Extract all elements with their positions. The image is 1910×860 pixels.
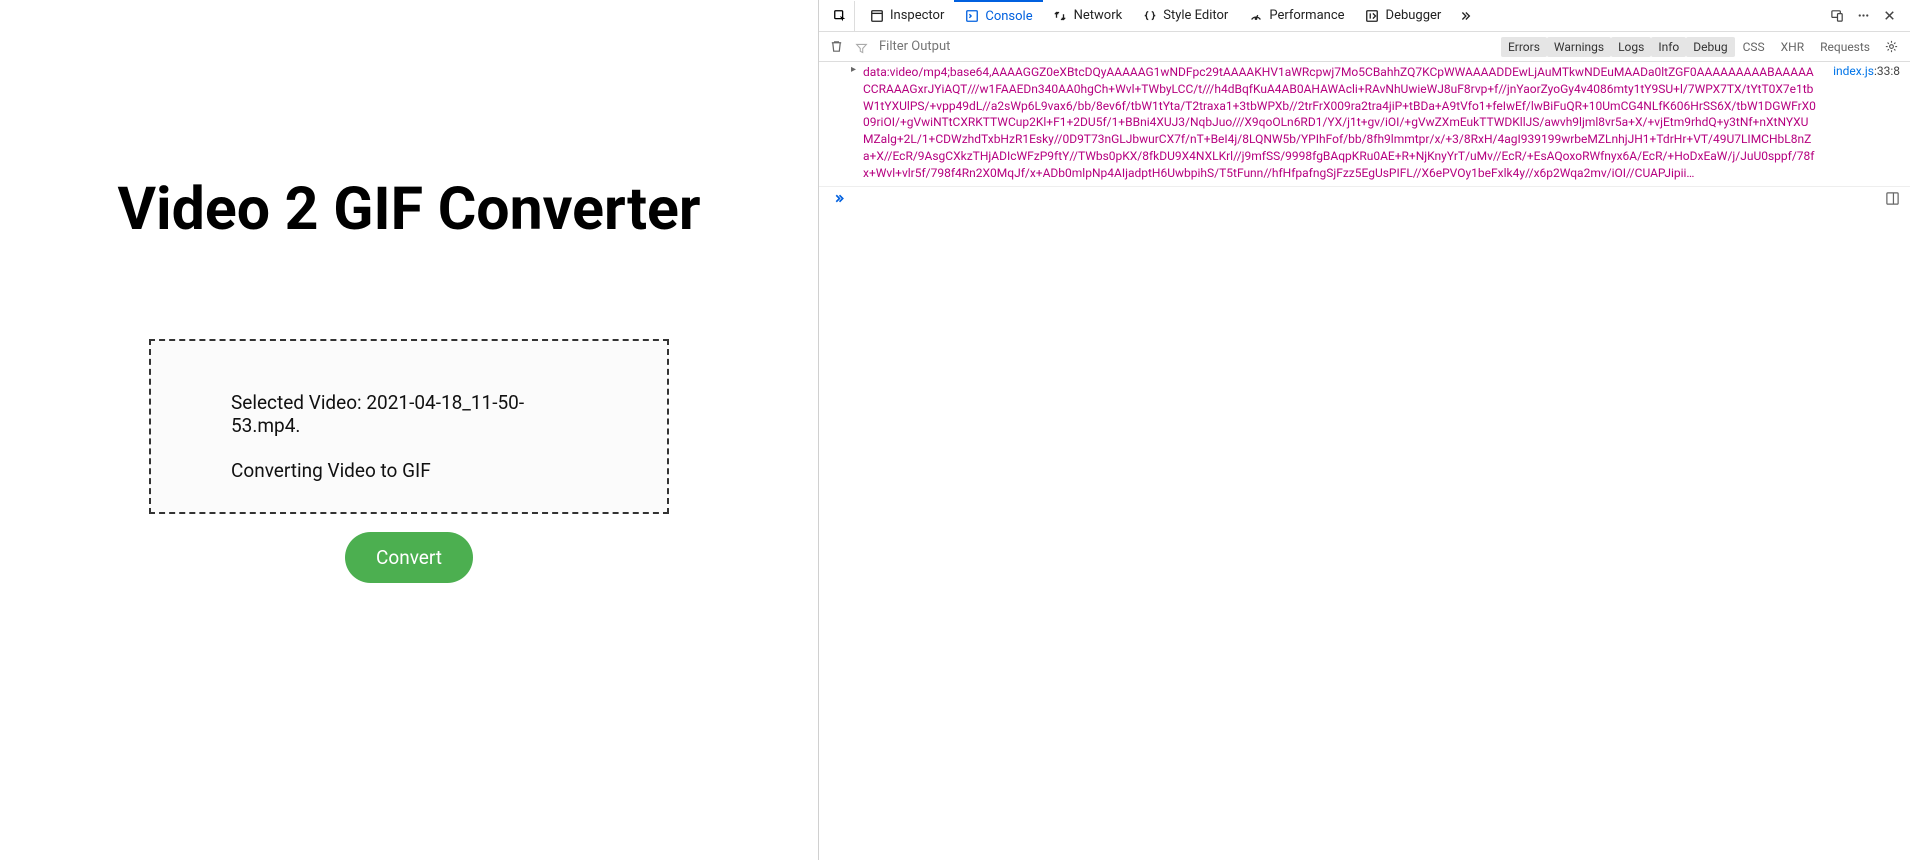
tab-console[interactable]: Console [954,0,1042,30]
console-input-prompt[interactable] [819,187,1910,214]
filter-xhr[interactable]: XHR [1773,37,1812,57]
console-source-link[interactable]: index.js:33:8 [1817,64,1900,182]
filter-output-input[interactable] [879,39,1159,54]
network-icon [1053,8,1068,23]
tab-inspector[interactable]: Inspector [859,1,954,31]
responsive-mode-button[interactable] [1826,5,1848,27]
tab-performance[interactable]: Performance [1238,1,1354,31]
tabs-overflow-button[interactable] [1451,1,1478,31]
editor-mode-button[interactable] [1885,191,1900,210]
conversion-status: Converting Video to GIF [231,459,431,482]
filter-errors[interactable]: Errors [1501,37,1547,57]
tab-debugger-label: Debugger [1386,8,1442,23]
console-settings-button[interactable] [1884,39,1900,55]
main-app-pane: Video 2 GIF Converter Selected Video: 20… [0,0,818,860]
clear-console-button[interactable] [829,39,845,55]
debugger-icon [1365,8,1380,23]
filter-css[interactable]: CSS [1735,37,1773,57]
log-level-filters: Errors Warnings Logs Info Debug CSS XHR … [1501,37,1900,57]
devtools-close-button[interactable] [1878,5,1900,27]
selected-video-label: Selected Video: 2021-04-18_11-50-53.mp4. [231,391,587,437]
style-editor-icon [1142,8,1157,23]
tab-style-editor-label: Style Editor [1163,8,1228,23]
performance-icon [1248,8,1263,23]
console-log-row: ▸ data:video/mp4;base64,AAAAGGZ0eXBtcDQy… [819,62,1910,187]
filter-logs[interactable]: Logs [1611,37,1651,57]
tab-inspector-label: Inspector [890,8,944,23]
console-filter-bar: Errors Warnings Logs Info Debug CSS XHR … [819,32,1910,62]
devtools-panel: Inspector Console Network Style Editor P [818,0,1910,860]
tab-style-editor[interactable]: Style Editor [1132,1,1238,31]
video-dropzone[interactable]: Selected Video: 2021-04-18_11-50-53.mp4.… [149,339,669,514]
devtools-menu-button[interactable] [1852,5,1874,27]
devtools-right-controls [1826,5,1910,27]
element-picker-icon [832,8,847,23]
prompt-chevron-icon [833,192,846,209]
chevron-right-double-icon [1457,8,1472,23]
app-title: Video 2 GIF Converter [117,175,700,244]
devtools-tabs: Inspector Console Network Style Editor P [819,0,1910,32]
convert-button[interactable]: Convert [345,532,473,583]
tab-console-label: Console [985,9,1032,24]
source-line: :33:8 [1874,64,1900,78]
expand-arrow-icon[interactable]: ▸ [851,64,856,75]
filter-icon [855,40,869,54]
source-file: index.js [1833,64,1874,78]
tab-network[interactable]: Network [1043,1,1133,31]
inspector-icon [869,8,884,23]
tab-network-label: Network [1074,8,1123,23]
console-output-area: ▸ data:video/mp4;base64,AAAAGGZ0eXBtcDQy… [819,62,1910,860]
filter-warnings[interactable]: Warnings [1547,37,1611,57]
tab-debugger[interactable]: Debugger [1355,1,1452,31]
console-log-text[interactable]: data:video/mp4;base64,AAAAGGZ0eXBtcDQyAA… [863,64,1817,182]
filter-info[interactable]: Info [1651,37,1686,57]
element-picker-button[interactable] [825,1,855,31]
console-icon [964,9,979,24]
filter-debug[interactable]: Debug [1686,37,1734,57]
filter-requests[interactable]: Requests [1812,37,1878,57]
tab-performance-label: Performance [1269,8,1344,23]
